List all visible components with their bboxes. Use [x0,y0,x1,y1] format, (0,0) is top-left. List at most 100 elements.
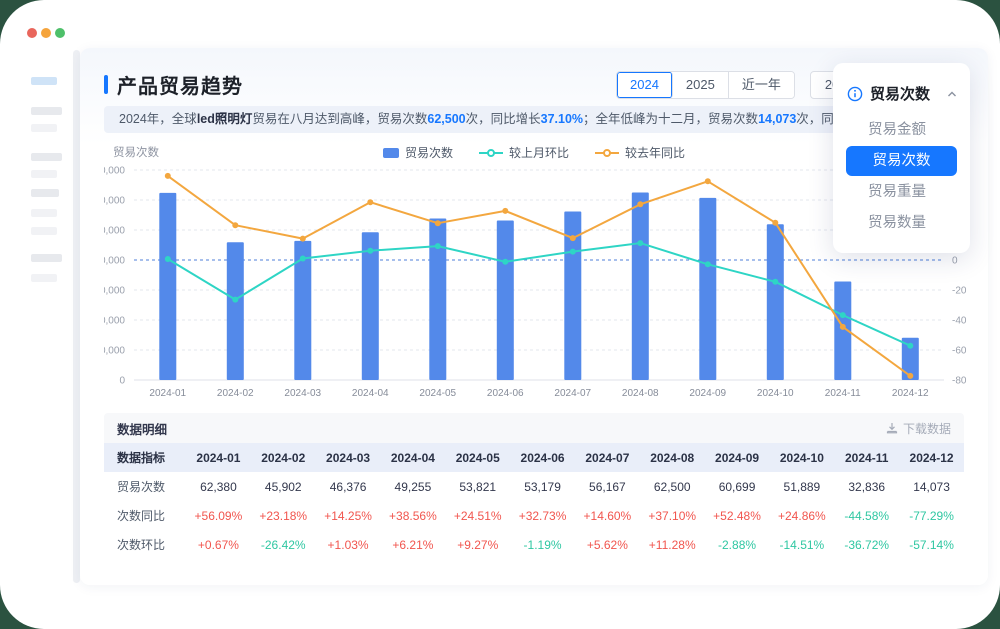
chevron-up-icon[interactable] [946,88,958,100]
sidebar-skeleton-item-8 [31,227,57,235]
cell-value: 14,073 [899,472,964,501]
metric-option-trade-weight[interactable]: 贸易重量 [846,177,957,207]
bar-2024-05[interactable] [429,219,446,381]
backdrop: 产品贸易趋势 20242025近一年 2024-01 → 2024-12 202… [0,0,1000,629]
data-point[interactable] [705,261,711,267]
left-axis-tick: 50,000 [104,226,125,237]
column-header: 2024-06 [510,443,575,472]
bar-2024-06[interactable] [497,221,514,381]
left-axis-tick: 70,000 [104,166,125,177]
cell-value: 53,821 [445,472,510,501]
data-point[interactable] [570,249,576,255]
data-point[interactable] [300,236,306,242]
sidebar-skeleton-item-9 [31,254,62,262]
cell-value: +38.56% [380,501,445,530]
cell-value: +14.25% [316,501,381,530]
cell-value: -14.51% [769,530,834,559]
data-point[interactable] [772,279,778,285]
sidebar-divider [73,50,80,583]
cell-value: 56,167 [575,472,640,501]
bar-2024-01[interactable] [159,193,176,380]
data-point[interactable] [165,256,171,262]
window-controls [27,28,65,38]
summary-text: ；全年低峰为十二月，贸易次数 [583,112,758,126]
sidebar-skeleton-item-10 [31,274,57,282]
left-axis-tick: 0 [119,376,125,387]
metric-options: 贸易金额贸易次数贸易重量贸易数量 [846,115,957,239]
cell-value: -44.58% [834,501,899,530]
table-section-title: 数据明细 [117,419,167,438]
data-point[interactable] [637,240,643,246]
data-point[interactable] [907,343,913,349]
summary-text: 2024年，全球 [119,112,197,126]
cell-value: 62,500 [640,472,705,501]
data-point[interactable] [907,373,913,379]
x-axis-label: 2024-03 [284,388,321,399]
data-point[interactable] [570,235,576,241]
bar-2024-09[interactable] [699,198,716,380]
metric-option-trade-count[interactable]: 贸易次数 [846,146,957,176]
data-point[interactable] [435,243,441,249]
x-axis-label: 2024-12 [892,388,929,399]
sidebar-skeleton-item-5 [31,170,57,178]
data-point[interactable] [300,256,306,262]
year-tab-2025[interactable]: 2025 [673,72,729,98]
data-point[interactable] [772,220,778,226]
column-header: 2024-02 [251,443,316,472]
column-header: 2024-03 [316,443,381,472]
data-point[interactable] [165,173,171,179]
cell-value: +24.51% [445,501,510,530]
cell-value: +56.09% [186,501,251,530]
download-data-button[interactable]: 下载数据 [886,420,951,437]
x-axis-label: 2024-02 [217,388,254,399]
data-point[interactable] [232,222,238,228]
bar-2024-10[interactable] [767,224,784,380]
cell-value: +5.62% [575,530,640,559]
cell-value: +11.28% [640,530,705,559]
column-header: 2024-08 [640,443,705,472]
cell-value: +6.21% [380,530,445,559]
data-point[interactable] [232,297,238,303]
year-tab-group: 20242025近一年 [616,71,795,99]
table-row: 次数环比+0.67%-26.42%+1.03%+6.21%+9.27%-1.19… [104,530,964,559]
data-point[interactable] [367,248,373,254]
metric-option-trade-quantity[interactable]: 贸易数量 [846,208,957,238]
cell-value: 53,179 [510,472,575,501]
x-axis-label: 2024-11 [825,388,861,399]
cell-value: +23.18% [251,501,316,530]
zoom-window-button[interactable] [55,28,65,38]
info-icon [847,86,863,102]
data-point[interactable] [840,324,846,330]
data-point[interactable] [840,312,846,318]
data-point[interactable] [637,201,643,207]
bar-2024-08[interactable] [632,193,649,381]
year-tab-2024[interactable]: 2024 [617,72,673,98]
sidebar-skeleton-item-2 [31,107,62,115]
sidebar-skeleton-item-6 [31,189,59,197]
bar-2024-02[interactable] [227,242,244,380]
page-header: 产品贸易趋势 [104,70,243,99]
summary-highlight: 14,073 [758,112,796,126]
column-header: 2024-07 [575,443,640,472]
data-point[interactable] [502,259,508,265]
data-point[interactable] [705,178,711,184]
data-point[interactable] [502,208,508,214]
summary-highlight: 37.10% [541,112,583,126]
close-window-button[interactable] [27,28,37,38]
metric-dropdown-header[interactable]: 贸易次数 [847,83,958,104]
data-point[interactable] [367,199,373,205]
download-label: 下载数据 [903,420,951,437]
data-point[interactable] [435,220,441,226]
x-axis-label: 2024-07 [554,388,591,399]
minimize-window-button[interactable] [41,28,51,38]
metric-dropdown: 贸易次数 贸易金额贸易次数贸易重量贸易数量 [833,63,970,253]
year-tab-近一年[interactable]: 近一年 [729,72,794,98]
row-label: 贸易次数 [104,472,186,501]
x-axis-label: 2024-10 [757,388,794,399]
metric-option-trade-amount[interactable]: 贸易金额 [846,115,957,145]
column-header: 2024-09 [705,443,770,472]
cell-value: -26.42% [251,530,316,559]
data-table: 数据指标2024-012024-022024-032024-042024-052… [104,443,964,559]
bar-2024-04[interactable] [362,232,379,380]
x-axis-label: 2024-06 [487,388,524,399]
